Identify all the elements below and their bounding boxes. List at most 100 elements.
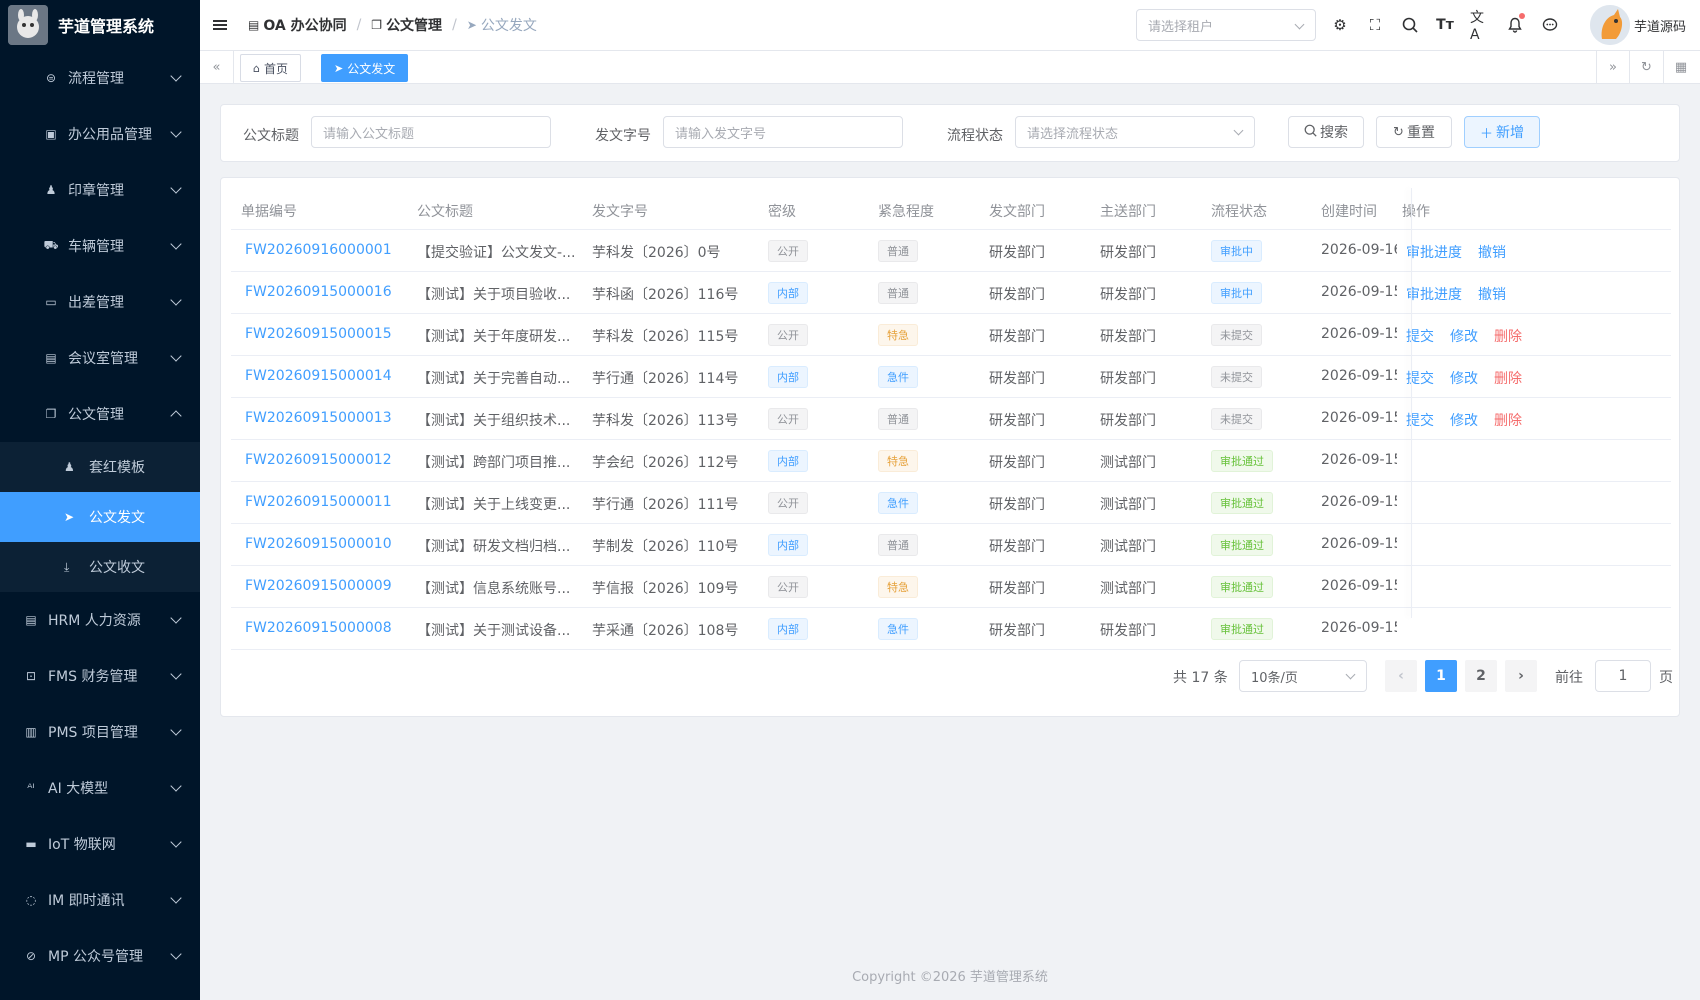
compass-icon: ⊘ [25, 949, 37, 963]
action-2-button[interactable]: 删除 [1494, 410, 1522, 430]
sidebar-top-item-3[interactable]: ᴬᴵ AI 大模型 [0, 760, 200, 816]
created-time: 2026-09-15 [1321, 284, 1397, 300]
doc-id-link[interactable]: FW20260916000001 [245, 242, 415, 258]
grid-menu-icon[interactable]: ▦ [1664, 51, 1698, 84]
doc-id-link[interactable]: FW20260915000014 [245, 368, 415, 384]
scroll-left-icon[interactable]: « [200, 51, 234, 84]
sidebar-top-item-5[interactable]: ◌ IM 即时通讯 [0, 872, 200, 928]
doc-id-link[interactable]: FW20260915000013 [245, 410, 415, 426]
title-input[interactable]: 请输入公文标题 [311, 116, 551, 148]
secret-level-badge: 公开 [768, 408, 808, 430]
bell-icon[interactable] [1505, 13, 1525, 35]
refresh-icon[interactable]: ↻ [1630, 51, 1664, 84]
page-2-button[interactable]: 2 [1465, 660, 1497, 692]
hamburger-button[interactable] [200, 0, 240, 50]
doc-id-link[interactable]: FW20260915000015 [245, 326, 415, 342]
breadcrumb-item-oa[interactable]: ▤ OA 办公协同 [248, 15, 347, 35]
status-select[interactable]: 请选择流程状态 [1015, 116, 1255, 148]
sidebar-top-item-1[interactable]: ⊡ FMS 财务管理 [0, 648, 200, 704]
column-header: 密级 [768, 204, 796, 220]
doc-id-link[interactable]: FW20260915000008 [245, 620, 415, 636]
sidebar-subitem-0[interactable]: ♟ 套红模板 [0, 442, 200, 492]
chevron-down-icon [170, 668, 182, 680]
sidebar-item-4[interactable]: ▭ 出差管理 [0, 274, 200, 330]
sidebar-subitem-2[interactable]: ⤓ 公文收文 [0, 542, 200, 592]
gear-icon[interactable]: ⚙ [1330, 15, 1350, 35]
created-time: 2026-09-15 [1321, 368, 1397, 384]
action-1-button[interactable]: 修改 [1450, 368, 1478, 388]
sidebar-item-label: FMS 财务管理 [48, 669, 138, 685]
plus-icon: ＋ [1479, 126, 1493, 142]
search-button[interactable]: 搜索 [1288, 116, 1364, 148]
action-1-button[interactable]: 撤销 [1478, 242, 1506, 262]
status-label: 流程状态 [947, 128, 1003, 144]
scroll-right-icon[interactable]: » [1596, 51, 1630, 84]
to-dept: 研发部门 [1100, 371, 1156, 387]
column-header: 发文字号 [592, 204, 648, 220]
sidebar-top-item-6[interactable]: ⊘ MP 公众号管理 [0, 928, 200, 984]
doc-number: 芋行通〔2026〕114号 [592, 371, 739, 387]
action-2-button[interactable]: 删除 [1494, 368, 1522, 388]
user-icon: ♟ [64, 460, 75, 474]
translate-icon[interactable]: 文A [1470, 10, 1490, 43]
doc-id-link[interactable]: FW20260915000016 [245, 284, 415, 300]
number-input[interactable]: 请输入发文字号 [663, 116, 903, 148]
action-0-button[interactable]: 审批进度 [1406, 242, 1462, 262]
sidebar-top-item-0[interactable]: ▤ HRM 人力资源 [0, 592, 200, 648]
status-badge: 审批通过 [1211, 576, 1273, 598]
urgency-badge: 普通 [878, 534, 918, 556]
prev-page-button[interactable]: ‹ [1385, 660, 1417, 692]
table-row: FW20260915000012 【测试】跨部门项目推... 芋会纪〔2026〕11… [231, 440, 1671, 482]
doc-id-link[interactable]: FW20260915000011 [245, 494, 415, 510]
status-badge: 未提交 [1211, 324, 1262, 346]
sidebar-item-1[interactable]: ▣ 办公用品管理 [0, 106, 200, 162]
goto-page-input[interactable]: 1 [1595, 660, 1651, 692]
table-row: FW20260915000014 【测试】关于完善自动... 芋行通〔2026〕11… [231, 356, 1671, 398]
sidebar-subitem-1[interactable]: ➤ 公文发文 [0, 492, 200, 542]
font-size-icon[interactable]: Tт [1435, 15, 1455, 35]
app-logo-area[interactable]: 芋道管理系统 [0, 0, 200, 50]
document-table: 单据编号 公文标题 发文字号 密级 紧急程度 发文部门 主送部门 流程状态 创建时间 操作 FW2… [231, 188, 1671, 650]
from-dept: 研发部门 [989, 329, 1045, 345]
sidebar-top-item-2[interactable]: ▥ PMS 项目管理 [0, 704, 200, 760]
footer-copyright: Copyright ©2026 芋道管理系统 [852, 970, 1048, 985]
action-0-button[interactable]: 审批进度 [1406, 284, 1462, 304]
search-icon[interactable] [1400, 15, 1420, 35]
chevron-down-icon [170, 892, 182, 904]
page-1-button[interactable]: 1 [1425, 660, 1457, 692]
sidebar-item-5[interactable]: ▤ 会议室管理 [0, 330, 200, 386]
breadcrumb-item-document[interactable]: ❐ 公文管理 [371, 15, 442, 35]
from-dept: 研发部门 [989, 287, 1045, 303]
user-name[interactable]: 芋道源码 [1634, 16, 1686, 35]
next-page-button[interactable]: › [1505, 660, 1537, 692]
tab-document-send[interactable]: ➤ 公文发文 [321, 54, 409, 82]
action-1-button[interactable]: 撤销 [1478, 284, 1506, 304]
sidebar-top-item-4[interactable]: ▬ IoT 物联网 [0, 816, 200, 872]
action-1-button[interactable]: 修改 [1450, 326, 1478, 346]
action-1-button[interactable]: 修改 [1450, 410, 1478, 430]
sidebar-item-3[interactable]: ⛟ 车辆管理 [0, 218, 200, 274]
sidebar-item-6[interactable]: ❐ 公文管理 [0, 386, 200, 442]
doc-id-link[interactable]: FW20260915000009 [245, 578, 415, 594]
sidebar-subitem-label: 公文收文 [89, 560, 145, 576]
tab-home[interactable]: ⌂ 首页 [240, 54, 301, 82]
add-button[interactable]: ＋新增 [1464, 116, 1540, 148]
doc-id-link[interactable]: FW20260915000010 [245, 536, 415, 552]
message-icon[interactable] [1540, 15, 1560, 35]
fullscreen-icon[interactable]: ⛶ [1365, 15, 1385, 35]
avatar[interactable] [1590, 5, 1630, 45]
chevron-down-icon [170, 780, 182, 792]
doc-number: 芋制发〔2026〕110号 [592, 539, 739, 555]
tenant-select[interactable]: 请选择租户 [1136, 9, 1316, 41]
doc-id-link[interactable]: FW20260915000012 [245, 452, 415, 468]
created-time: 2026-09-15 [1321, 620, 1397, 636]
building-icon: ▤ [45, 351, 57, 365]
action-2-button[interactable]: 删除 [1494, 326, 1522, 346]
router-icon: ▬ [25, 837, 37, 851]
sidebar-item-2[interactable]: ♟ 印章管理 [0, 162, 200, 218]
sidebar-item-0[interactable]: ⊜ 流程管理 [0, 50, 200, 106]
from-dept: 研发部门 [989, 581, 1045, 597]
reset-button[interactable]: ↻ 重置 [1376, 116, 1452, 148]
urgency-badge: 特急 [878, 324, 918, 346]
page-size-select[interactable]: 10条/页 [1239, 660, 1367, 692]
